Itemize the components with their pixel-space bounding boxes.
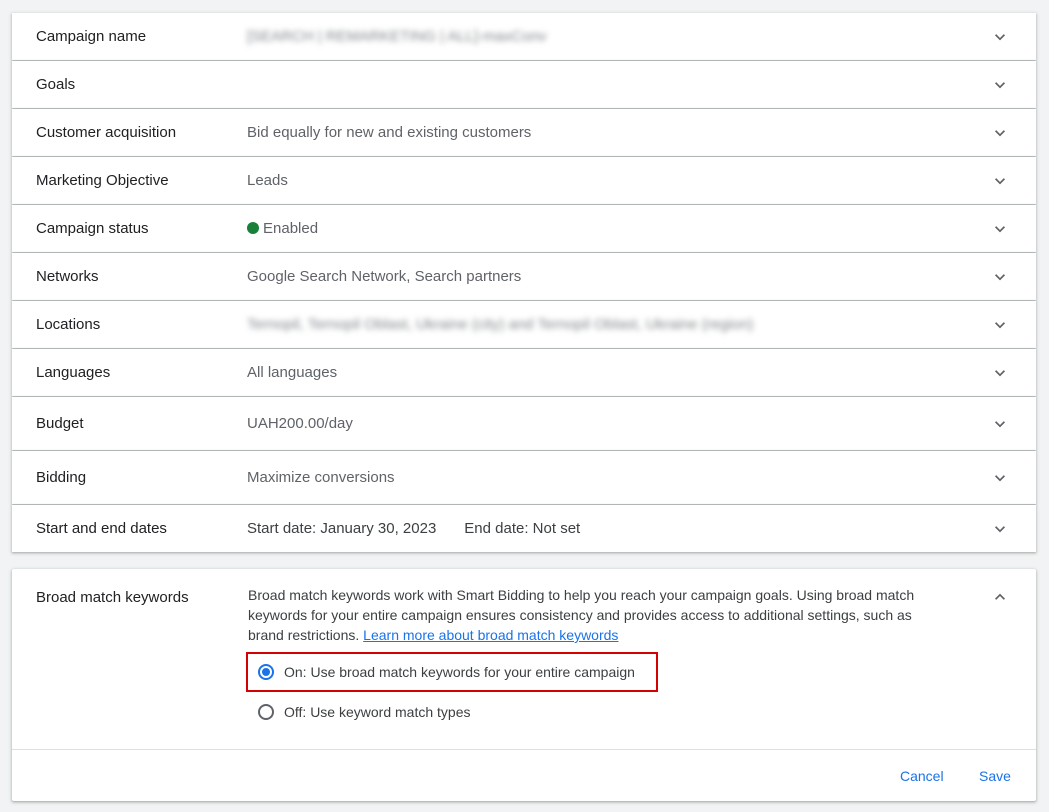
radio-on-icon[interactable]: [258, 664, 274, 680]
campaign-status-value: Enabled: [247, 220, 318, 237]
row-label: Customer acquisition: [36, 124, 177, 141]
chevron-down-icon[interactable]: [990, 171, 1010, 191]
campaign-name-value: [SEARCH | REMARKETING | ALL]-maxConv: [247, 28, 547, 45]
chevron-down-icon[interactable]: [990, 363, 1010, 383]
radio-off-icon[interactable]: [258, 704, 274, 720]
row-languages[interactable]: Languages All languages: [12, 349, 1036, 396]
row-campaign-status[interactable]: Campaign status Enabled: [12, 205, 1036, 252]
row-bidding[interactable]: Bidding Maximize conversions: [12, 451, 1036, 504]
chevron-down-icon[interactable]: [990, 75, 1010, 95]
row-label: Budget: [36, 415, 84, 432]
chevron-down-icon[interactable]: [990, 267, 1010, 287]
cancel-button[interactable]: Cancel: [900, 768, 944, 784]
row-label: Campaign name: [36, 28, 147, 45]
option-on-label: On: Use broad match keywords for your en…: [284, 664, 635, 680]
row-networks[interactable]: Networks Google Search Network, Search p…: [12, 253, 1036, 300]
chevron-down-icon[interactable]: [990, 219, 1010, 239]
broad-match-description: Broad match keywords work with Smart Bid…: [248, 585, 948, 645]
chevron-down-icon[interactable]: [990, 315, 1010, 335]
broad-match-panel: Broad match keywords Broad match keyword…: [12, 569, 1036, 801]
marketing-objective-value: Leads: [247, 172, 288, 189]
row-start-end-dates[interactable]: Start and end dates Start date: January …: [12, 505, 1036, 552]
chevron-down-icon[interactable]: [990, 519, 1010, 539]
row-budget[interactable]: Budget UAH200.00/day: [12, 397, 1036, 450]
budget-value: UAH200.00/day: [247, 415, 353, 432]
networks-value: Google Search Network, Search partners: [247, 268, 522, 285]
chevron-down-icon[interactable]: [990, 414, 1010, 434]
option-off-radio[interactable]: Off: Use keyword match types: [258, 704, 470, 720]
row-label: Networks: [36, 268, 99, 285]
row-label: Languages: [36, 364, 111, 381]
status-dot-icon: [247, 222, 259, 234]
languages-value: All languages: [247, 364, 338, 381]
row-label: Start and end dates: [36, 520, 167, 537]
row-label: Goals: [36, 76, 76, 93]
end-date: End date: Not set: [464, 520, 581, 537]
dates-value: Start date: January 30, 2023 End date: No…: [247, 520, 608, 537]
row-marketing-objective[interactable]: Marketing Objective Leads: [12, 157, 1036, 204]
status-text: Enabled: [263, 220, 319, 237]
option-on-radio[interactable]: On: Use broad match keywords for your en…: [258, 664, 635, 680]
chevron-up-icon[interactable]: [990, 587, 1010, 607]
row-label: Campaign status: [36, 220, 149, 237]
save-button[interactable]: Save: [979, 768, 1011, 784]
row-customer-acquisition[interactable]: Customer acquisition Bid equally for new…: [12, 109, 1036, 156]
chevron-down-icon[interactable]: [990, 468, 1010, 488]
option-off-label: Off: Use keyword match types: [284, 704, 471, 720]
chevron-down-icon[interactable]: [990, 27, 1010, 47]
broad-match-label: Broad match keywords: [36, 589, 189, 606]
row-label: Locations: [36, 316, 101, 333]
divider: [12, 749, 1036, 750]
chevron-down-icon[interactable]: [990, 123, 1010, 143]
row-campaign-name[interactable]: Campaign name [SEARCH | REMARKETING | AL…: [12, 13, 1036, 60]
row-label: Marketing Objective: [36, 172, 169, 189]
learn-more-link[interactable]: Learn more about broad match keywords: [363, 627, 618, 643]
customer-acquisition-value: Bid equally for new and existing custome…: [247, 124, 532, 141]
row-label: Bidding: [36, 469, 87, 486]
start-date: Start date: January 30, 2023: [247, 520, 437, 537]
row-goals[interactable]: Goals: [12, 61, 1036, 108]
locations-value: Ternopil, Ternopil Oblast, Ukraine (city…: [247, 316, 754, 333]
bidding-value: Maximize conversions: [247, 469, 395, 486]
row-locations[interactable]: Locations Ternopil, Ternopil Oblast, Ukr…: [12, 301, 1036, 348]
